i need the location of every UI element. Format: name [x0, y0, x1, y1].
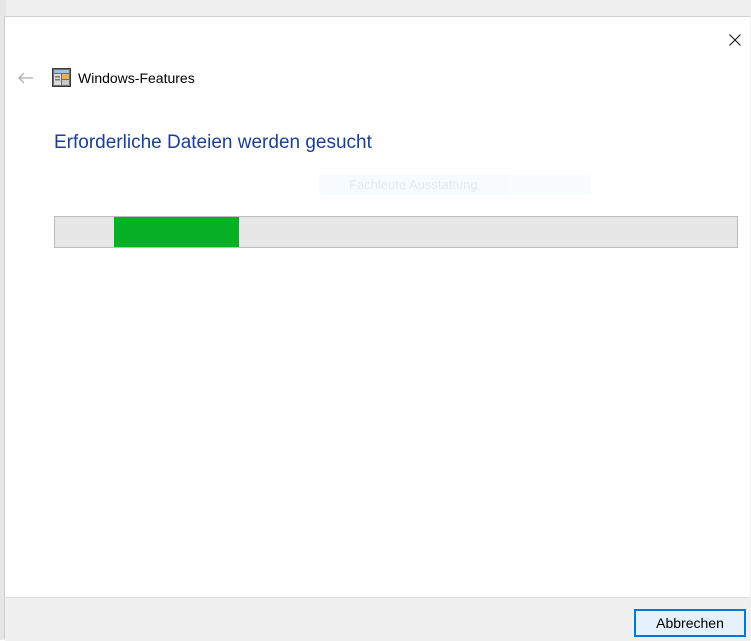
back-button[interactable]: [15, 69, 37, 87]
windows-features-dialog: Windows-Features Erforderliche Dateien w…: [4, 16, 750, 641]
progress-bar: [54, 216, 738, 248]
dialog-footer: Abbrechen: [5, 597, 750, 641]
ghost-text: Fachleute Ausstattung: [319, 175, 591, 195]
cancel-button[interactable]: Abbrechen: [634, 609, 746, 637]
progress-fill: [113, 217, 240, 247]
close-icon: [729, 34, 741, 46]
close-button[interactable]: [724, 29, 746, 51]
window-title: Windows-Features: [78, 70, 195, 86]
windows-features-icon: [52, 68, 71, 87]
page-heading: Erforderliche Dateien werden gesucht: [54, 132, 372, 153]
back-arrow-icon: [18, 72, 33, 84]
